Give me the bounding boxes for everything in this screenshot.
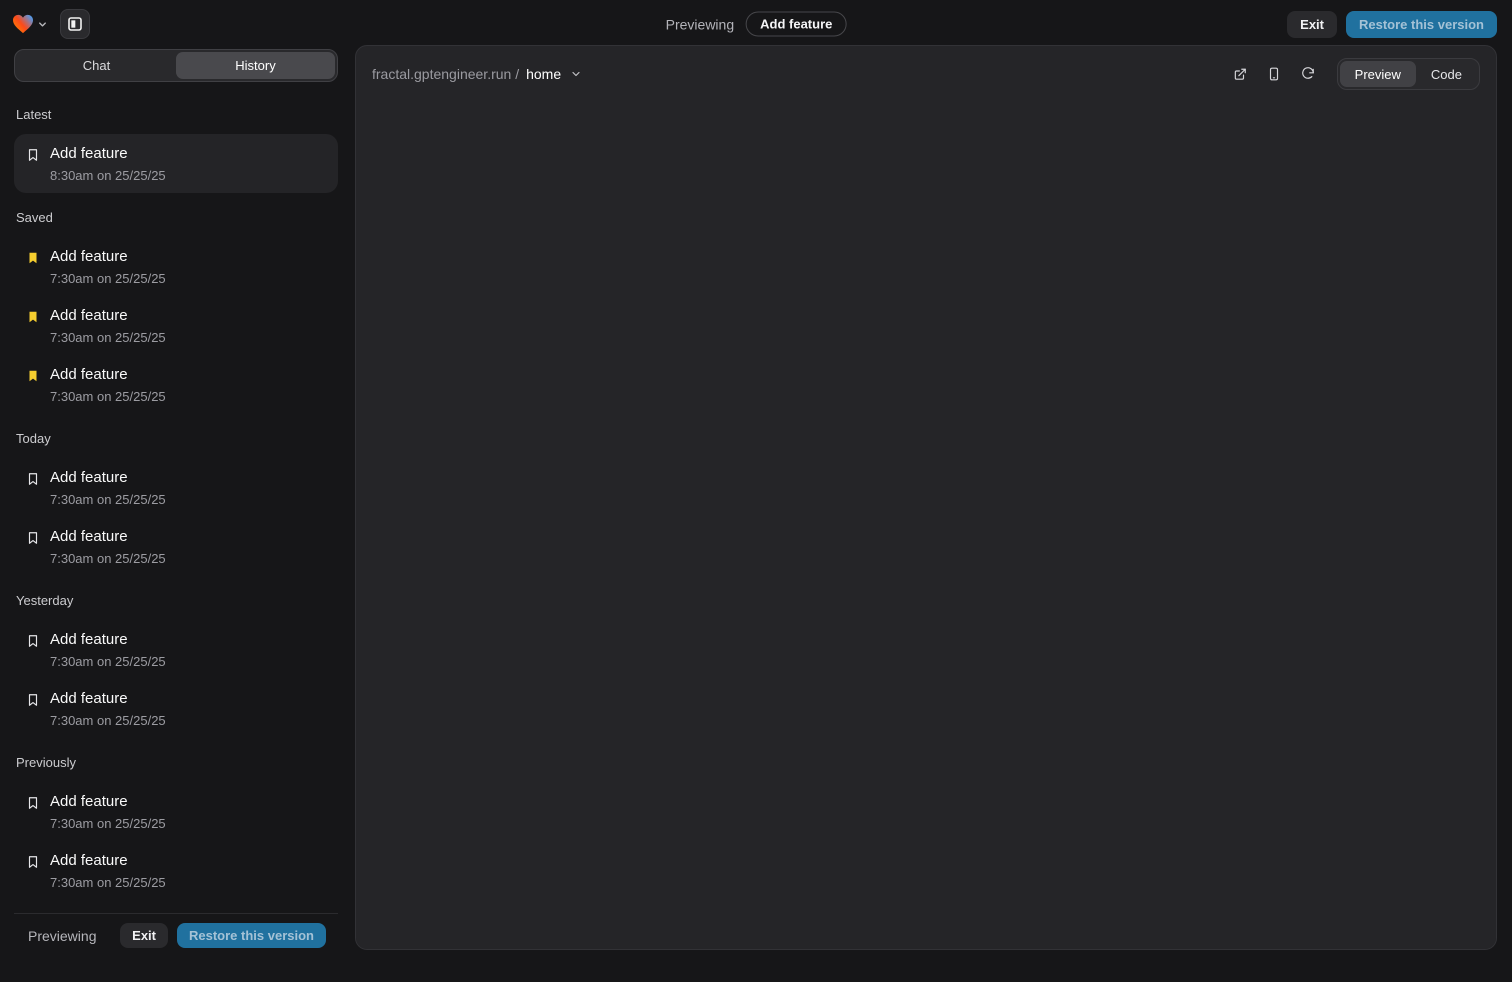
bookmark-icon bbox=[26, 633, 40, 649]
history-item[interactable]: Add feature 7:30am on 25/25/25 bbox=[14, 458, 338, 517]
history-item[interactable]: Add feature 7:30am on 25/25/25 bbox=[14, 517, 338, 576]
preview-code-toggle: Preview Code bbox=[1337, 58, 1480, 90]
history-item[interactable]: Add feature 7:30am on 25/25/25 bbox=[14, 841, 338, 900]
section-title-today: Today bbox=[16, 431, 336, 446]
previewing-status: Previewing bbox=[28, 928, 96, 944]
history-item-title: Add feature bbox=[50, 247, 166, 266]
version-badge: Add feature bbox=[746, 12, 846, 37]
previewing-label: Previewing bbox=[666, 16, 734, 32]
bookmark-icon bbox=[26, 471, 40, 487]
bookmark-filled-icon bbox=[26, 309, 40, 325]
bookmark-icon bbox=[26, 530, 40, 546]
exit-button[interactable]: Exit bbox=[1287, 11, 1337, 38]
app-body: Chat History Latest Add feature 8:30am o… bbox=[0, 48, 1512, 966]
history-item-title: Add feature bbox=[50, 306, 166, 325]
history-item-title: Add feature bbox=[50, 365, 166, 384]
history-item[interactable]: Add feature 7:30am on 25/25/25 bbox=[14, 296, 338, 355]
history-item-time: 7:30am on 25/25/25 bbox=[50, 389, 166, 404]
restore-version-button[interactable]: Restore this version bbox=[177, 923, 326, 948]
chevron-down-icon bbox=[570, 68, 582, 80]
history-item[interactable]: Add feature 7:30am on 25/25/25 bbox=[14, 355, 338, 414]
section-title-latest: Latest bbox=[16, 107, 336, 122]
history-item-title: Add feature bbox=[50, 527, 166, 546]
url-selector[interactable]: fractal.gptengineer.run / home bbox=[372, 66, 582, 82]
tab-code[interactable]: Code bbox=[1416, 61, 1477, 87]
tab-history[interactable]: History bbox=[176, 52, 335, 79]
history-item-time: 8:30am on 25/25/25 bbox=[50, 168, 166, 183]
history-item-title: Add feature bbox=[50, 144, 166, 163]
refresh-icon[interactable] bbox=[1295, 61, 1321, 87]
exit-button[interactable]: Exit bbox=[120, 923, 168, 948]
history-item-time: 7:30am on 25/25/25 bbox=[50, 875, 166, 890]
section-title-saved: Saved bbox=[16, 210, 336, 225]
history-item[interactable]: Add feature 7:30am on 25/25/25 bbox=[14, 237, 338, 296]
bookmark-filled-icon bbox=[26, 368, 40, 384]
history-item[interactable]: Add feature 7:30am on 25/25/25 bbox=[14, 620, 338, 679]
smartphone-icon[interactable] bbox=[1261, 61, 1287, 87]
sidebar-footer: Previewing Exit Restore this version bbox=[14, 913, 338, 950]
brand[interactable] bbox=[12, 14, 48, 34]
history-item-time: 7:30am on 25/25/25 bbox=[50, 654, 166, 669]
history-sidebar: Chat History Latest Add feature 8:30am o… bbox=[14, 49, 338, 950]
heart-logo-icon bbox=[12, 14, 34, 34]
chevron-down-icon[interactable] bbox=[37, 19, 48, 30]
external-link-icon[interactable] bbox=[1227, 61, 1253, 87]
preview-viewport bbox=[356, 100, 1496, 949]
history-item-title: Add feature bbox=[50, 792, 166, 811]
history-item-title: Add feature bbox=[50, 689, 166, 708]
url-page: home bbox=[526, 66, 561, 82]
section-title-yesterday: Yesterday bbox=[16, 593, 336, 608]
section-title-previously: Previously bbox=[16, 755, 336, 770]
bookmark-icon bbox=[26, 147, 40, 163]
history-item[interactable]: Add feature 7:30am on 25/25/25 bbox=[14, 679, 338, 738]
tab-preview[interactable]: Preview bbox=[1340, 61, 1416, 87]
history-item-time: 7:30am on 25/25/25 bbox=[50, 816, 166, 831]
history-item-title: Add feature bbox=[50, 630, 166, 649]
history-item-time: 7:30am on 25/25/25 bbox=[50, 330, 166, 345]
preview-panel: fractal.gptengineer.run / home bbox=[355, 45, 1497, 950]
history-item-time: 7:30am on 25/25/25 bbox=[50, 551, 166, 566]
history-item-time: 7:30am on 25/25/25 bbox=[50, 492, 166, 507]
history-item-title: Add feature bbox=[50, 468, 166, 487]
bookmark-icon bbox=[26, 692, 40, 708]
preview-header: fractal.gptengineer.run / home bbox=[356, 46, 1496, 100]
chat-history-toggle: Chat History bbox=[14, 49, 338, 82]
tab-chat[interactable]: Chat bbox=[17, 52, 176, 79]
history-list: Latest Add feature 8:30am on 25/25/25 Sa… bbox=[14, 82, 338, 913]
history-item-time: 7:30am on 25/25/25 bbox=[50, 713, 166, 728]
bookmark-icon bbox=[26, 795, 40, 811]
bookmark-filled-icon bbox=[26, 250, 40, 266]
top-bar: Previewing Add feature Exit Restore this… bbox=[0, 0, 1512, 48]
history-item[interactable]: Add feature 7:30am on 25/25/25 bbox=[14, 782, 338, 841]
bookmark-icon bbox=[26, 854, 40, 870]
history-item[interactable]: Add feature 8:30am on 25/25/25 bbox=[14, 134, 338, 193]
panel-left-icon[interactable] bbox=[60, 9, 90, 39]
restore-version-button[interactable]: Restore this version bbox=[1346, 11, 1497, 38]
url-prefix: fractal.gptengineer.run / bbox=[372, 66, 519, 82]
history-item-title: Add feature bbox=[50, 851, 166, 870]
history-item-time: 7:30am on 25/25/25 bbox=[50, 271, 166, 286]
